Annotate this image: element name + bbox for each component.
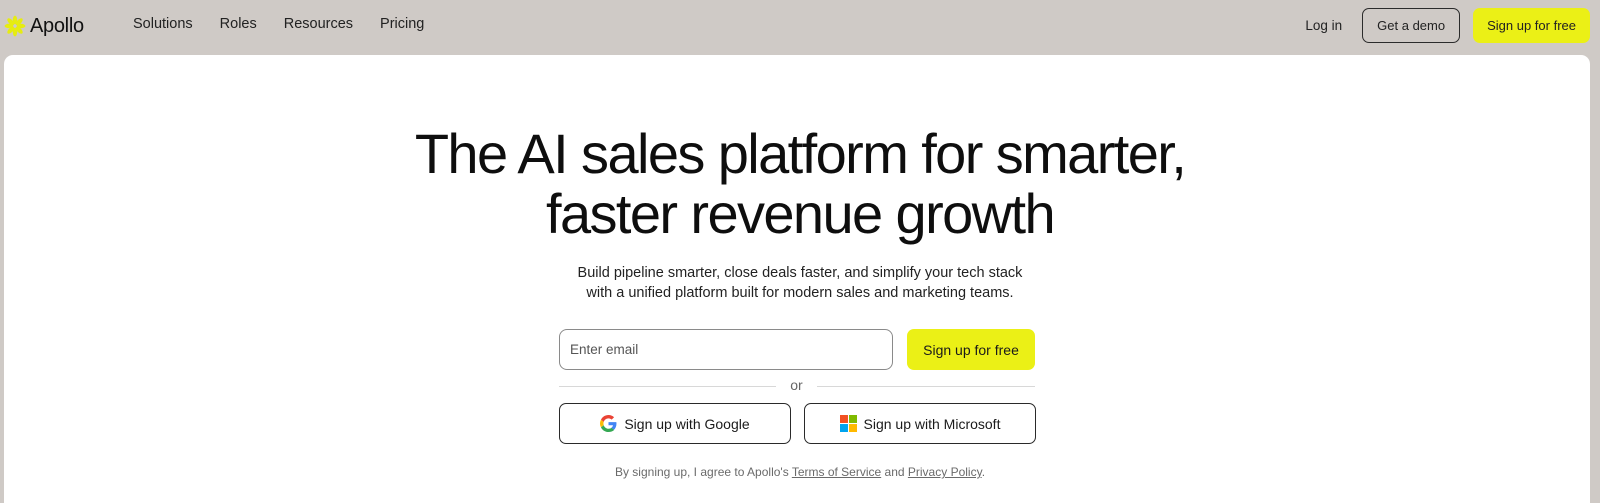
get-demo-button[interactable]: Get a demo bbox=[1362, 8, 1461, 43]
microsoft-signup-button[interactable]: Sign up with Microsoft bbox=[804, 403, 1036, 444]
nav-links: Solutions Roles Resources Pricing bbox=[133, 16, 424, 32]
hero-subtext: Build pipeline smarter, close deals fast… bbox=[0, 263, 1600, 303]
legal-middle: and bbox=[881, 465, 908, 479]
hero-headline: The AI sales platform for smarter, faste… bbox=[0, 124, 1600, 244]
privacy-policy-link[interactable]: Privacy Policy bbox=[908, 465, 982, 479]
nav-link-roles[interactable]: Roles bbox=[220, 16, 257, 32]
legal-consent-text: By signing up, I agree to Apollo's Terms… bbox=[0, 465, 1600, 479]
asterisk-flower-icon bbox=[4, 15, 26, 37]
divider-line-right bbox=[817, 386, 1035, 387]
legal-suffix: . bbox=[981, 465, 986, 479]
nav-actions: Log in Get a demo Sign up for free bbox=[1305, 8, 1590, 43]
subtext-line-2: with a unified platform built for modern… bbox=[586, 285, 1014, 301]
nav-link-pricing[interactable]: Pricing bbox=[380, 16, 424, 32]
headline-line-1: The AI sales platform for smarter, bbox=[414, 122, 1187, 185]
subtext-line-1: Build pipeline smarter, close deals fast… bbox=[577, 265, 1023, 281]
nav-link-solutions[interactable]: Solutions bbox=[133, 16, 193, 32]
top-nav: Apollo Solutions Roles Resources Pricing… bbox=[0, 0, 1600, 52]
email-field[interactable] bbox=[559, 329, 893, 370]
nav-link-resources[interactable]: Resources bbox=[284, 16, 353, 32]
google-signup-button[interactable]: Sign up with Google bbox=[559, 403, 791, 444]
divider-or: or bbox=[790, 377, 803, 393]
signup-submit-button[interactable]: Sign up for free bbox=[907, 329, 1035, 370]
brand-name: Apollo bbox=[30, 14, 84, 37]
divider-line-left bbox=[559, 386, 776, 387]
microsoft-logo-icon bbox=[839, 415, 857, 432]
nav-signup-button[interactable]: Sign up for free bbox=[1473, 8, 1590, 43]
google-g-icon bbox=[600, 415, 617, 432]
microsoft-signup-label: Sign up with Microsoft bbox=[863, 415, 1001, 432]
legal-prefix: By signing up, I agree to Apollo's bbox=[614, 465, 792, 479]
apollo-logo[interactable]: Apollo bbox=[4, 12, 84, 40]
headline-line-2: faster revenue growth bbox=[545, 182, 1056, 245]
google-signup-label: Sign up with Google bbox=[624, 415, 750, 432]
login-link[interactable]: Log in bbox=[1305, 18, 1342, 33]
terms-of-service-link[interactable]: Terms of Service bbox=[792, 465, 881, 479]
